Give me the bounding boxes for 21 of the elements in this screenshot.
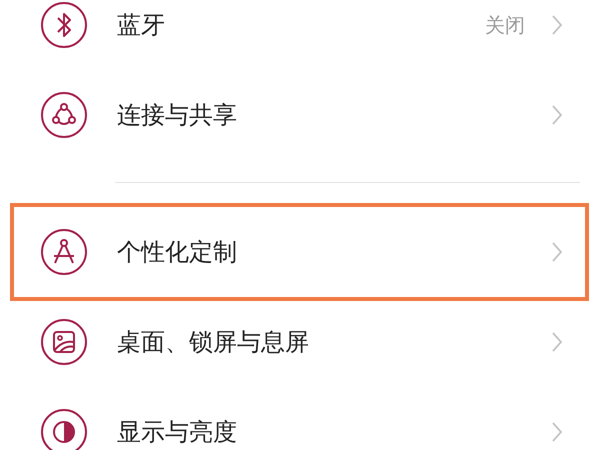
item-label: 连接与共享: [117, 100, 238, 131]
compass-icon: [40, 228, 88, 276]
bluetooth-icon: [40, 1, 88, 49]
item-label: 桌面、锁屏与息屏: [117, 327, 310, 358]
settings-item[interactable]: 蓝牙 关闭: [14, 0, 585, 70]
item-value: 关闭: [485, 12, 525, 38]
image-icon: [40, 318, 88, 366]
item-label: 蓝牙: [117, 10, 166, 41]
chevron-icon: [551, 421, 563, 443]
settings-item[interactable]: 显示与亮度: [14, 387, 585, 450]
item-label: 显示与亮度: [117, 417, 238, 448]
chevron-icon: [551, 14, 563, 36]
item-label: 个性化定制: [117, 237, 238, 268]
settings-item[interactable]: 桌面、锁屏与息屏: [14, 297, 585, 387]
settings-item[interactable]: 个性化定制: [14, 207, 585, 297]
chevron-icon: [551, 241, 563, 263]
chevron-icon: [551, 104, 563, 126]
chevron-icon: [551, 331, 563, 353]
settings-item[interactable]: 连接与共享: [14, 70, 585, 160]
contrast-icon: [40, 408, 88, 450]
share-icon: [40, 91, 88, 139]
